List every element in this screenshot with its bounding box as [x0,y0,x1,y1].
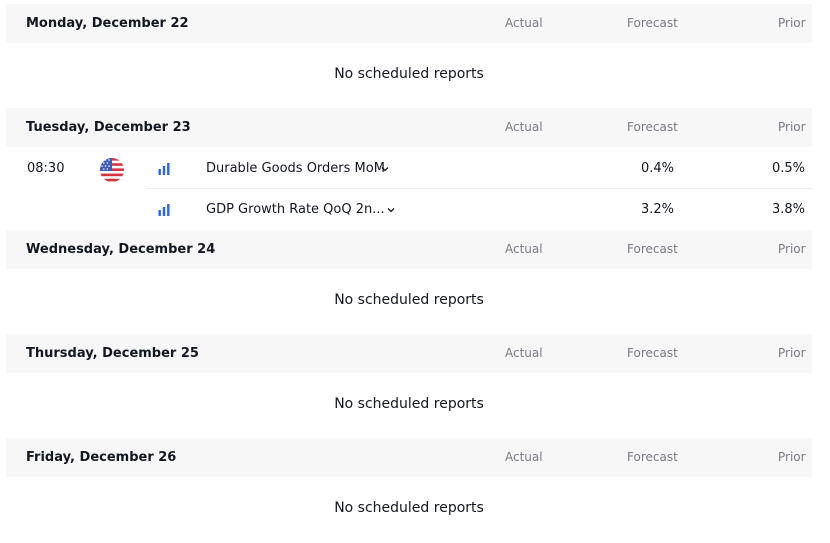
no-reports-message: No scheduled reports [334,66,484,82]
column-header-forecast[interactable]: Forecast [627,438,678,477]
day-title: Thursday, December 25 [26,346,199,361]
day-title: Monday, December 22 [26,16,189,31]
day-header-tuesday: Tuesday, December 23 Actual Forecast Pri… [6,108,812,147]
event-prior-value: 3.8% [771,202,805,217]
event-name[interactable]: Durable Goods Orders MoM [206,149,385,189]
column-header-actual[interactable]: Actual [505,438,543,477]
column-header-prior[interactable]: Prior [778,334,806,373]
economic-calendar: Monday, December 22 Actual Forecast Prio… [0,0,830,543]
column-header-actual[interactable]: Actual [505,108,543,147]
event-name[interactable]: GDP Growth Rate QoQ 2n... [206,190,385,230]
chevron-down-icon[interactable] [380,164,390,174]
importance-bars-icon [158,204,170,216]
event-prior-value: 0.5% [771,161,805,176]
day-header-wednesday: Wednesday, December 24 Actual Forecast P… [6,230,812,269]
day-title: Wednesday, December 24 [26,242,216,257]
no-reports-message: No scheduled reports [334,500,484,516]
column-header-actual[interactable]: Actual [505,230,543,269]
event-forecast-value: 0.4% [640,161,674,176]
event-row-gdp-growth[interactable]: GDP Growth Rate QoQ 2n... 3.2% 3.8% [6,190,812,230]
no-reports-message: No scheduled reports [334,292,484,308]
column-header-prior[interactable]: Prior [778,438,806,477]
day-title: Tuesday, December 23 [26,120,191,135]
column-header-actual[interactable]: Actual [505,334,543,373]
day-title: Friday, December 26 [26,450,177,465]
row-divider [146,188,812,189]
column-header-prior[interactable]: Prior [778,108,806,147]
column-header-prior[interactable]: Prior [778,4,806,43]
day-header-friday: Friday, December 26 Actual Forecast Prio… [6,438,812,477]
column-header-forecast[interactable]: Forecast [627,230,678,269]
column-header-forecast[interactable]: Forecast [627,4,678,43]
event-forecast-value: 3.2% [640,202,674,217]
event-time: 08:30 [27,161,65,176]
us-flag-icon [100,158,124,182]
day-header-monday: Monday, December 22 Actual Forecast Prio… [6,4,812,43]
no-reports-message: No scheduled reports [334,396,484,412]
column-header-forecast[interactable]: Forecast [627,334,678,373]
column-header-forecast[interactable]: Forecast [627,108,678,147]
column-header-actual[interactable]: Actual [505,4,543,43]
importance-bars-icon [158,163,170,175]
event-row-durable-goods[interactable]: 08:30 Durable Goods Orders MoM 0.4% 0.5% [6,149,812,189]
chevron-down-icon[interactable] [386,205,396,215]
day-header-thursday: Thursday, December 25 Actual Forecast Pr… [6,334,812,373]
column-header-prior[interactable]: Prior [778,230,806,269]
